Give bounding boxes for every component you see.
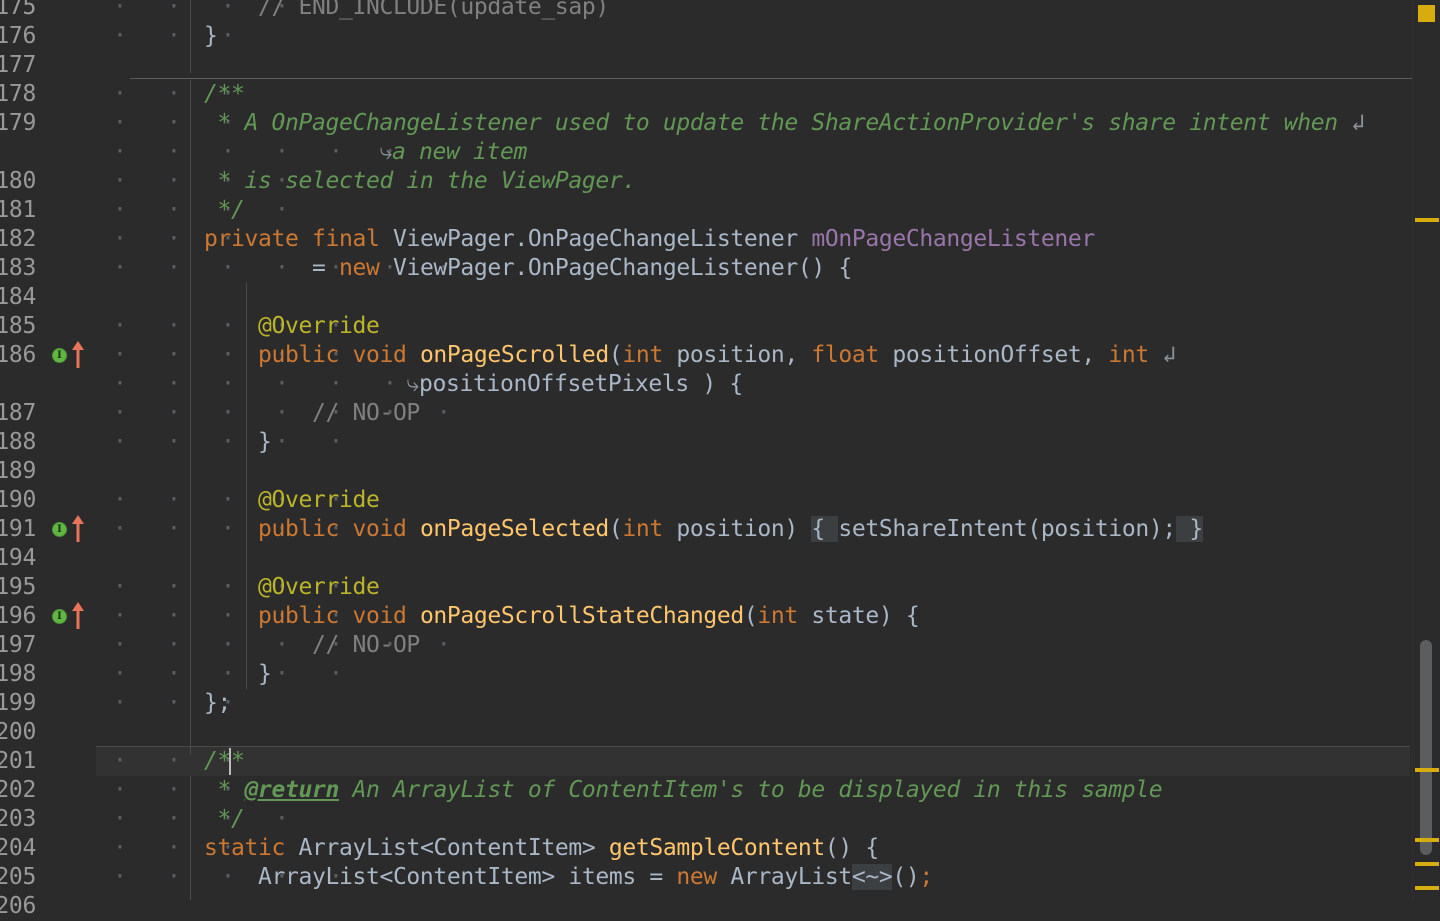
gutter-marker-186[interactable]: I — [52, 341, 96, 370]
line-number: 194 — [0, 545, 36, 571]
line-number: 206 — [0, 893, 36, 919]
line-number: 203 — [0, 806, 36, 832]
code-line: public void onPageScrollStateChanged(int… — [257, 603, 920, 629]
warning-stripe[interactable] — [1415, 218, 1439, 222]
line-number: 187 — [0, 400, 36, 426]
line-number: 200 — [0, 719, 36, 745]
code-line: @Override — [257, 574, 380, 600]
vertical-scrollbar-thumb[interactable] — [1420, 640, 1432, 855]
line-number: 182 — [0, 226, 36, 252]
line-number: 175 — [0, 0, 36, 20]
line-number: 188 — [0, 429, 36, 455]
line-number: 195 — [0, 574, 36, 600]
gutter-marker-191[interactable]: I — [52, 515, 96, 544]
line-number: 201 — [0, 748, 36, 774]
line-number: 189 — [0, 458, 36, 484]
code-line: * is selected in the ViewPager. — [96, 168, 636, 194]
code-line: public void onPageScrolled(int position,… — [257, 342, 1176, 368]
line-number: 190 — [0, 487, 36, 513]
code-line: // END_INCLUDE(update_sap) — [96, 0, 609, 20]
line-number: 199 — [0, 690, 36, 716]
implements-method-icon[interactable]: I — [52, 522, 67, 537]
line-number: 198 — [0, 661, 36, 687]
line-number: 183 — [0, 255, 36, 281]
code-line: public void onPageSelected(int position)… — [257, 516, 1203, 542]
code-line: // NO-OP — [96, 400, 420, 426]
code-line: /** — [96, 748, 245, 774]
code-line: /** — [96, 81, 245, 107]
inspection-marker-bar[interactable] — [1412, 0, 1440, 900]
override-arrow-icon[interactable] — [71, 513, 85, 543]
line-number: 185 — [0, 313, 36, 339]
text-caret — [229, 748, 231, 775]
warning-count-indicator[interactable] — [1418, 5, 1435, 22]
line-number: 176 — [0, 23, 36, 49]
line-number: 181 — [0, 197, 36, 223]
line-number: 179 — [0, 110, 36, 136]
code-line: } — [96, 429, 272, 455]
override-arrow-icon[interactable] — [71, 600, 85, 630]
code-line: * @return An ArrayList of ContentItem's … — [96, 777, 1163, 803]
warning-stripe[interactable] — [1415, 886, 1439, 890]
line-number: 191 — [0, 516, 36, 542]
line-number: 184 — [0, 284, 36, 310]
code-line: static ArrayList<ContentItem> getSampleC… — [203, 835, 879, 861]
line-number: 197 — [0, 632, 36, 658]
implements-method-icon[interactable]: I — [52, 609, 67, 624]
warning-stripe[interactable] — [1415, 862, 1439, 866]
warning-stripe[interactable] — [1415, 768, 1439, 772]
code-line: // NO-OP — [96, 632, 420, 658]
code-surface[interactable]: // END_INCLUDE(update_sap) } /** * A OnP… — [0, 0, 1410, 900]
line-number: 196 — [0, 603, 36, 629]
code-line: ArrayList<ContentItem> items = new Array… — [96, 864, 933, 890]
line-number: 186 — [0, 342, 36, 368]
code-line: private final ViewPager.OnPageChangeList… — [203, 226, 1095, 252]
code-line: = new ViewPager.OnPageChangeListener() { — [96, 255, 852, 281]
code-line: * A OnPageChangeListener used to update … — [96, 110, 1365, 136]
line-number: 205 — [0, 864, 36, 890]
code-line: }; — [96, 690, 231, 716]
code-line: */ — [96, 806, 245, 832]
line-number: 177 — [0, 52, 36, 78]
warning-stripe[interactable] — [1415, 838, 1439, 842]
code-line: */ — [96, 197, 245, 223]
gutter-marker-196[interactable]: I — [52, 602, 96, 631]
line-number: 178 — [0, 81, 36, 107]
line-number: 180 — [0, 168, 36, 194]
code-line: @Override — [257, 487, 380, 513]
code-line-wrapped: ⤷positionOffsetPixels ) { — [96, 371, 743, 397]
code-line: } — [96, 23, 218, 49]
code-line-wrapped: ⤷a new item — [96, 139, 527, 165]
override-arrow-icon[interactable] — [71, 339, 85, 369]
code-editor[interactable]: · · · · · · · · · · · · · · · · · · · · … — [0, 0, 1440, 919]
line-number-gutter[interactable]: 175 176 177 178 179 180 181 182 183 184 … — [0, 0, 96, 919]
code-line: } — [96, 661, 272, 687]
line-number: 204 — [0, 835, 36, 861]
line-number: 202 — [0, 777, 36, 803]
code-line: @Override — [257, 313, 380, 339]
implements-method-icon[interactable]: I — [52, 348, 67, 363]
